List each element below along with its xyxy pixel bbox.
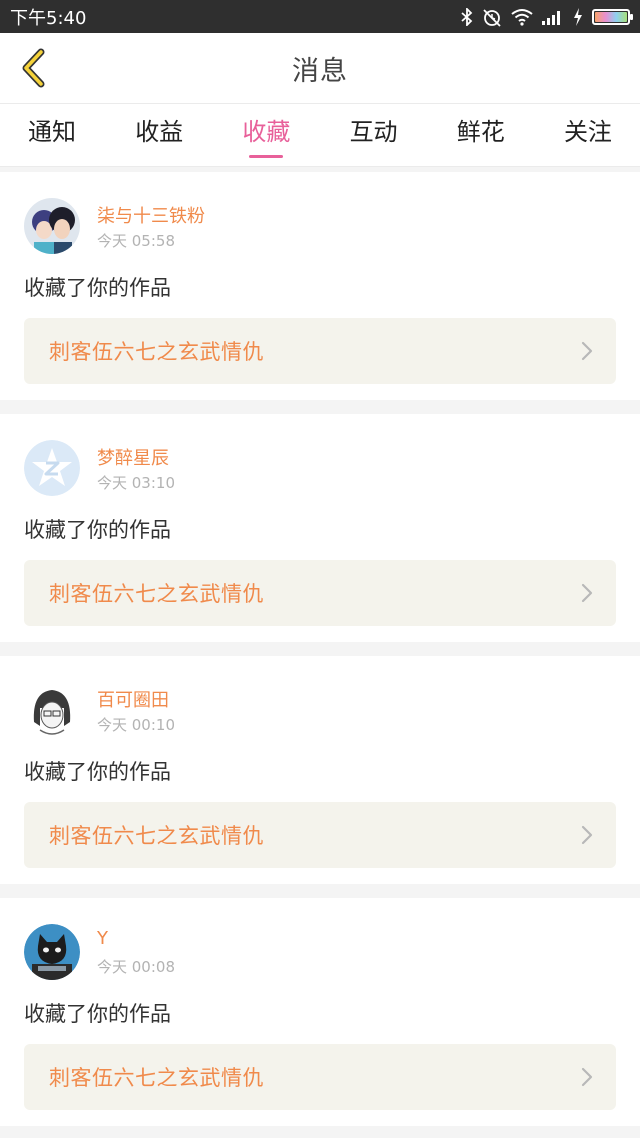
notification-card: Y 今天 00:08 收藏了你的作品 刺客伍六七之玄武情仇	[0, 898, 640, 1126]
chevron-left-icon	[22, 48, 45, 88]
notification-card: 柒与十三铁粉 今天 05:58 收藏了你的作品 刺客伍六七之玄武情仇	[0, 172, 640, 400]
username[interactable]: 百可圈田	[97, 686, 169, 712]
work-title: 刺客伍六七之玄武情仇	[49, 582, 264, 606]
header: 消息	[0, 33, 640, 103]
tab-earnings[interactable]: 收益	[131, 103, 187, 167]
anime-couple-avatar-icon	[24, 198, 80, 254]
chevron-right-icon	[581, 825, 593, 845]
status-time: 下午5:40	[10, 7, 87, 29]
work-link[interactable]: 刺客伍六七之玄武情仇	[24, 1044, 616, 1110]
alarm-off-icon	[483, 8, 501, 27]
action-text: 收藏了你的作品	[24, 760, 171, 784]
wifi-icon	[511, 8, 533, 26]
black-cat-avatar-icon	[24, 924, 80, 980]
action-text: 收藏了你的作品	[24, 1002, 171, 1026]
timestamp: 今天 00:10	[97, 716, 175, 734]
tab-flowers[interactable]: 鲜花	[453, 103, 509, 167]
username[interactable]: Y	[97, 928, 108, 949]
avatar[interactable]	[24, 682, 80, 738]
chevron-right-icon	[581, 1067, 593, 1087]
work-link[interactable]: 刺客伍六七之玄武情仇	[24, 802, 616, 868]
notification-card: 梦醉星辰 今天 03:10 收藏了你的作品 刺客伍六七之玄武情仇	[0, 414, 640, 642]
work-title: 刺客伍六七之玄武情仇	[49, 340, 264, 364]
battery-icon	[592, 8, 633, 25]
bluetooth-icon	[461, 7, 473, 26]
work-link[interactable]: 刺客伍六七之玄武情仇	[24, 318, 616, 384]
back-button[interactable]	[14, 47, 54, 89]
tab-follow[interactable]: 关注	[560, 103, 616, 167]
tab-favorites[interactable]: 收藏	[238, 103, 294, 167]
action-text: 收藏了你的作品	[24, 276, 171, 300]
chevron-right-icon	[581, 583, 593, 603]
default-z-avatar-icon	[24, 440, 80, 496]
avatar[interactable]	[24, 198, 80, 254]
work-title: 刺客伍六七之玄武情仇	[49, 824, 264, 848]
username[interactable]: 柒与十三铁粉	[97, 202, 205, 228]
tab-interaction[interactable]: 互动	[346, 103, 402, 167]
username[interactable]: 梦醉星辰	[97, 444, 169, 470]
avatar[interactable]	[24, 440, 80, 496]
tab-bar: 通知 收益 收藏 互动 鲜花 关注	[0, 103, 640, 167]
avatar[interactable]	[24, 924, 80, 980]
charging-icon	[574, 7, 582, 26]
page-title: 消息	[292, 55, 348, 87]
notification-card: 百可圈田 今天 00:10 收藏了你的作品 刺客伍六七之玄武情仇	[0, 656, 640, 884]
timestamp: 今天 05:58	[97, 232, 175, 250]
signal-icon	[542, 10, 560, 25]
timestamp: 今天 00:08	[97, 958, 175, 976]
action-text: 收藏了你的作品	[24, 518, 171, 542]
work-link[interactable]: 刺客伍六七之玄武情仇	[24, 560, 616, 626]
sketch-girl-avatar-icon	[24, 682, 80, 738]
tab-notice[interactable]: 通知	[24, 103, 80, 167]
notification-list: 柒与十三铁粉 今天 05:58 收藏了你的作品 刺客伍六七之玄武情仇 梦醉星辰 …	[0, 168, 640, 1126]
timestamp: 今天 03:10	[97, 474, 175, 492]
chevron-right-icon	[581, 341, 593, 361]
status-bar: 下午5:40	[0, 0, 640, 33]
status-icons	[461, 7, 633, 27]
work-title: 刺客伍六七之玄武情仇	[49, 1066, 264, 1090]
